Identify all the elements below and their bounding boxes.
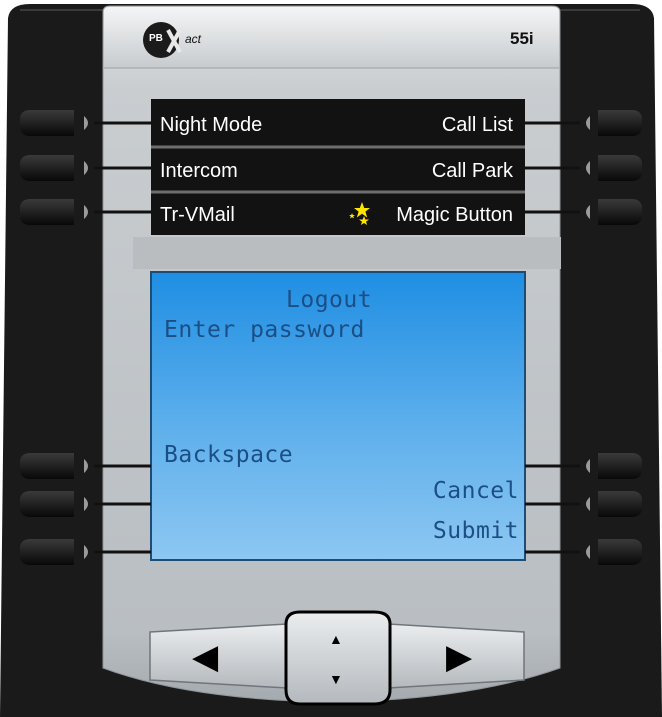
- lcd-softkey-cancel: Cancel: [432, 478, 519, 504]
- call-park-key[interactable]: [596, 153, 644, 183]
- left-softkey-3-button[interactable]: [18, 537, 78, 567]
- left-softkey-2-button[interactable]: [18, 489, 78, 519]
- lcd-softkey-submit: Submit: [432, 518, 519, 544]
- key-label-magic-button: Magic Button: [396, 204, 513, 226]
- key-label-night-mode: Night Mode: [160, 114, 263, 136]
- nav-right-button[interactable]: [389, 626, 523, 684]
- lcd-screen: [150, 271, 526, 561]
- ip-phone-body: [0, 4, 662, 717]
- stars-icon: [349, 202, 370, 225]
- nav-up-button[interactable]: [287, 612, 389, 658]
- lcd-prompt: Enter password: [164, 317, 365, 343]
- backspace-softkey-button[interactable]: [18, 451, 78, 481]
- lcd-softkey-backspace: Backspace: [164, 442, 294, 468]
- cancel-softkey-button[interactable]: [596, 489, 644, 519]
- right-softkey-1-button[interactable]: [596, 451, 644, 481]
- key-label-call-list: Call List: [441, 114, 513, 136]
- key-label-tr-vmail: Tr-VMail: [160, 204, 235, 226]
- nav-down-button[interactable]: [287, 658, 389, 704]
- nav-left-button[interactable]: [150, 626, 286, 684]
- brand-logo-suffix: act: [185, 32, 202, 46]
- night-mode-key[interactable]: [18, 108, 78, 138]
- magic-button-key[interactable]: [596, 197, 644, 227]
- key-label-intercom: Intercom: [160, 160, 238, 182]
- lcd-title: Logout: [286, 287, 373, 313]
- call-list-key[interactable]: [596, 108, 644, 138]
- model-number: 55i: [510, 29, 534, 48]
- brand-logo-text: PB: [149, 33, 163, 44]
- key-label-call-park: Call Park: [431, 160, 513, 182]
- submit-softkey-button[interactable]: [596, 537, 644, 567]
- tr-vmail-key[interactable]: [18, 197, 78, 227]
- intercom-key[interactable]: [18, 153, 78, 183]
